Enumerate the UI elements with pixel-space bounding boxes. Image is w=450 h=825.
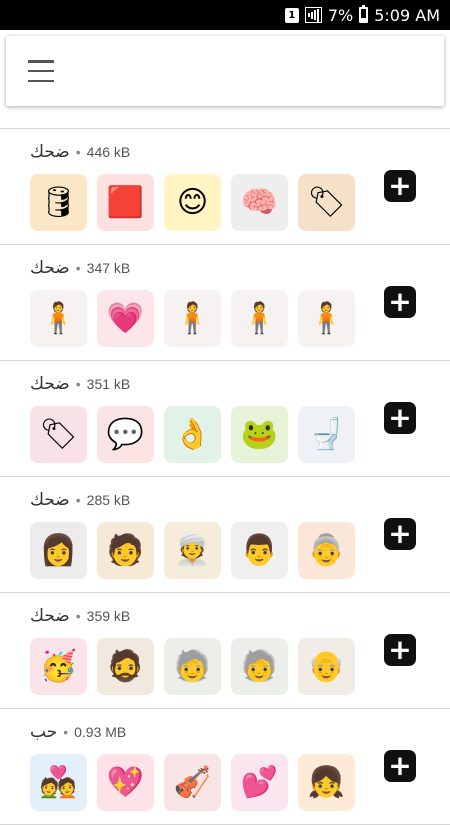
pack-title: ضحك • 285 kB [30,490,130,510]
sticker-preview: 🏷 [298,174,355,231]
sticker-preview: 🐸 [231,406,288,463]
add-pack-button[interactable]: + [384,750,416,782]
pack-size: 359 kB [86,608,131,624]
separator-dot: • [75,492,81,508]
pack-title: حب • 0.93 MB [30,722,126,742]
sticker-preview: 🏷 [30,406,87,463]
pack-name: حب [30,722,58,742]
pack-name: ضحك [30,374,70,394]
add-pack-button[interactable]: + [384,402,416,434]
sticker-pack-row[interactable]: حب • 0.93 MB 💑 💖 🎻 💕 👧 + [0,709,450,825]
sticker-pack-row[interactable]: ضحك • 351 kB 🏷 💬 👌 🐸 🚽 + [0,361,450,477]
sticker-preview: 🧔 [97,638,154,695]
battery-percent: 7% [327,5,354,25]
sticker-preview: 👨 [231,522,288,579]
sticker-preview: 💖 [97,754,154,811]
sticker-pack-row[interactable]: ضحك • 446 kB 🛢 🟥 😊 🧠 🏷 + [0,129,450,245]
sim-badge: 1 [284,7,299,23]
sticker-preview-strip: 🛢 🟥 😊 🧠 🏷 [30,174,355,231]
add-pack-button[interactable]: + [384,518,416,550]
signal-icon [304,7,322,23]
sticker-pack-row[interactable]: ضحك • 285 kB 👩 🧑 👳 👨 👵 + [0,477,450,593]
separator-dot: • [75,144,81,160]
sticker-preview: 🚽 [298,406,355,463]
sticker-preview: 🧍 [298,290,355,347]
pack-title: ضحك • 351 kB [30,374,130,394]
sticker-pack-row[interactable]: ضحك • 359 kB 🥳 🧔 🧓 🧓 👴 + [0,593,450,709]
separator-dot: • [75,608,81,624]
sticker-preview: 🎻 [164,754,221,811]
sticker-preview: 🟥 [97,174,154,231]
sticker-preview-strip: 🥳 🧔 🧓 🧓 👴 [30,638,355,695]
status-bar: 1 7% 5:09 AM [0,0,450,30]
sticker-preview: 🧍 [30,290,87,347]
pack-name: ضحك [30,142,70,162]
pack-name: ضحك [30,258,70,278]
sticker-preview-strip: 👩 🧑 👳 👨 👵 [30,522,355,579]
separator-dot: • [63,724,69,740]
pack-size: 285 kB [86,492,131,508]
pack-title: ضحك • 446 kB [30,142,130,162]
sticker-preview-strip: 🧍 💗 🧍 🧍 🧍 [30,290,355,347]
sticker-preview: 🥳 [30,638,87,695]
pack-size: 347 kB [86,260,131,276]
sticker-preview: 🧓 [231,638,288,695]
sticker-preview: 👌 [164,406,221,463]
app-toolbar [6,36,444,106]
hamburger-icon[interactable] [28,60,54,82]
sticker-preview: 🧓 [164,638,221,695]
pack-size: 351 kB [86,376,131,392]
pack-size: 446 kB [86,144,131,160]
pack-title: ضحك • 347 kB [30,258,130,278]
add-pack-button[interactable]: + [384,634,416,666]
sticker-preview: 😊 [164,174,221,231]
sticker-preview: 💬 [97,406,154,463]
sticker-pack-row[interactable]: ضحك • 347 kB 🧍 💗 🧍 🧍 🧍 + [0,245,450,361]
sticker-preview: 👩 [30,522,87,579]
sticker-preview: 🧠 [231,174,288,231]
add-pack-button[interactable]: + [384,170,416,202]
battery-icon [359,5,369,23]
sticker-preview: 👵 [298,522,355,579]
sticker-preview-strip: 💑 💖 🎻 💕 👧 [30,754,355,811]
pack-size: 0.93 MB [74,724,127,740]
sticker-preview: 👳 [164,522,221,579]
sticker-preview: 🧑 [97,522,154,579]
sticker-preview: 👧 [298,754,355,811]
add-pack-button[interactable]: + [384,286,416,318]
sticker-preview: 🧍 [231,290,288,347]
sticker-preview-strip: 🏷 💬 👌 🐸 🚽 [30,406,355,463]
pack-name: ضحك [30,490,70,510]
sticker-preview: 💑 [30,754,87,811]
pack-title: ضحك • 359 kB [30,606,130,626]
sticker-preview: 👴 [298,638,355,695]
clock: 5:09 AM [374,5,440,25]
pack-name: ضحك [30,606,70,626]
sticker-preview: 💕 [231,754,288,811]
sticker-preview: 🧍 [164,290,221,347]
sticker-preview: 💗 [97,290,154,347]
sticker-preview: 🛢 [30,174,87,231]
separator-dot: • [75,376,81,392]
separator-dot: • [75,260,81,276]
